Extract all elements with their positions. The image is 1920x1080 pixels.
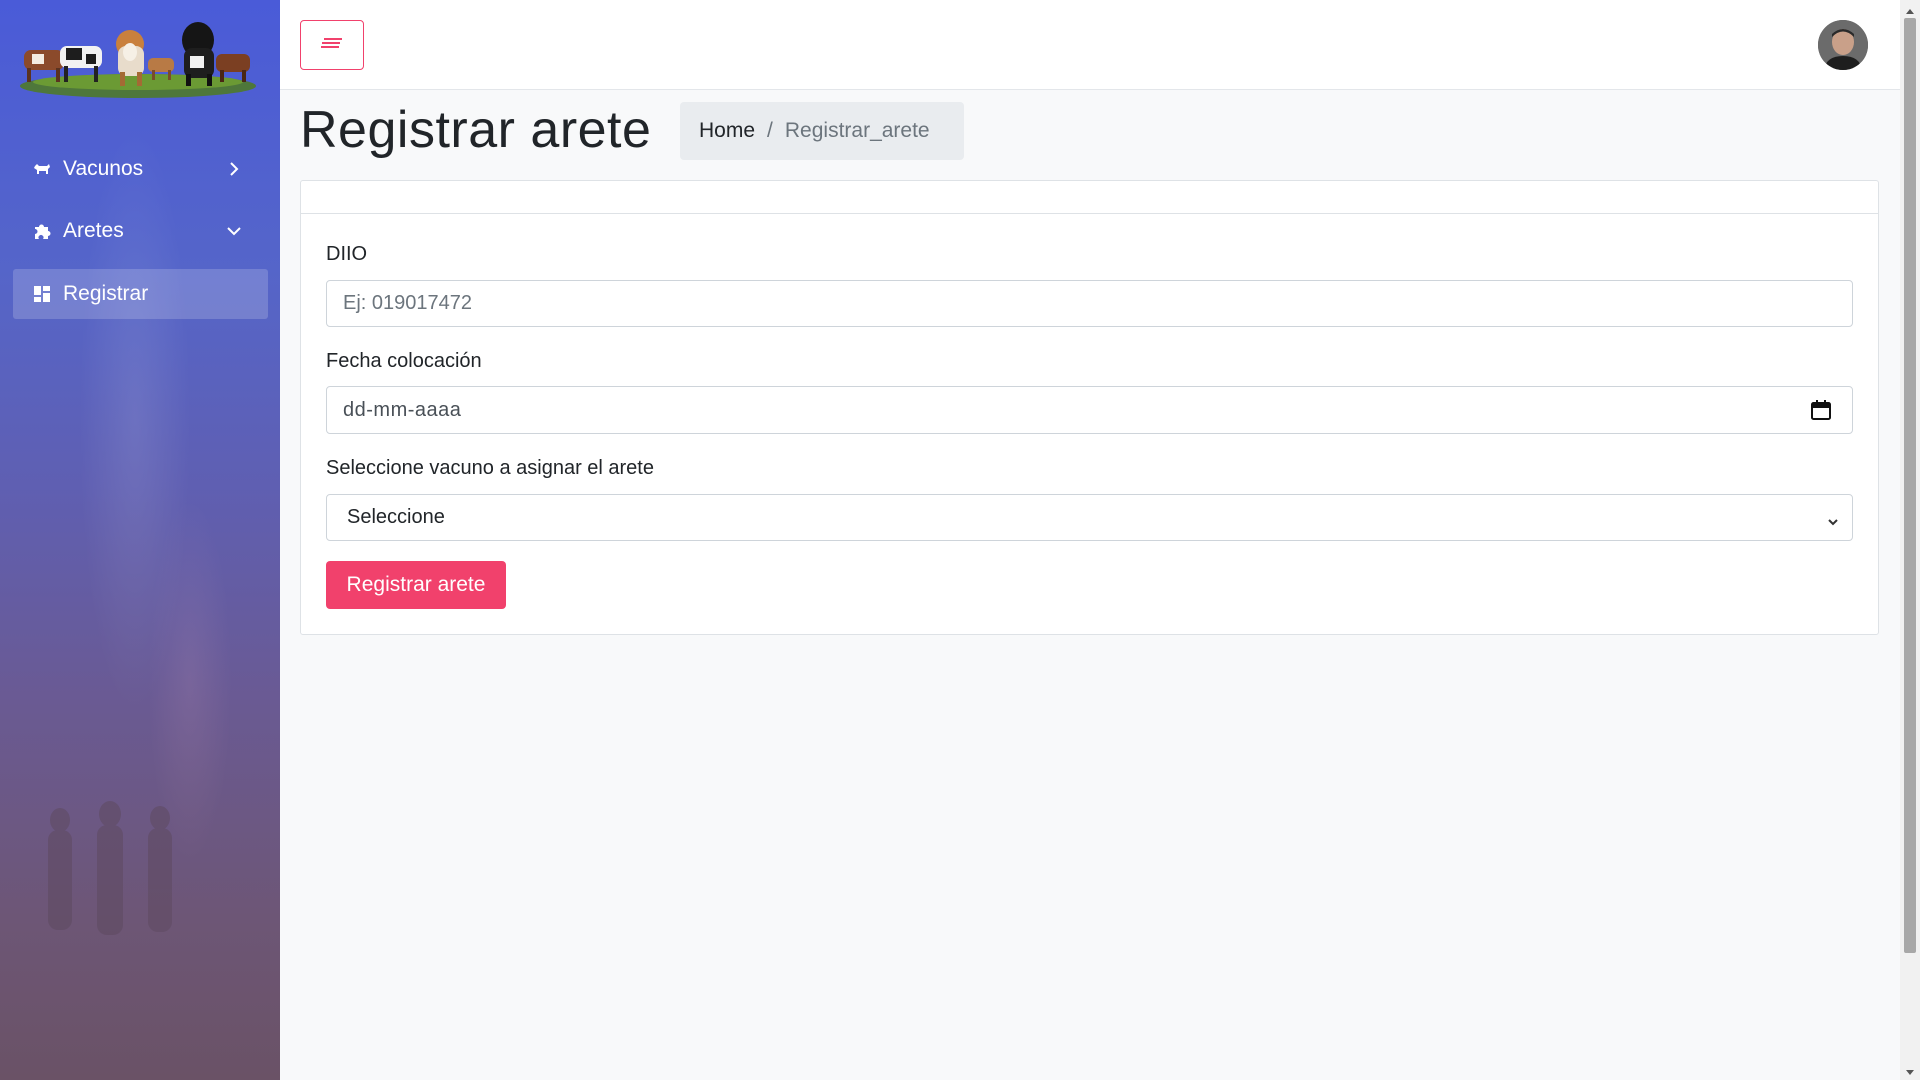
menu-icon (320, 35, 344, 56)
chevron-down-icon (226, 223, 242, 239)
sidebar-item-aretes[interactable]: Aretes (13, 206, 268, 256)
vacuno-select-label: Seleccione vacuno a asignar el arete (326, 457, 654, 479)
cow-icon (33, 160, 51, 178)
vacuno-selected-value: Seleccione (347, 506, 445, 528)
vacuno-select[interactable]: Seleccione (326, 494, 1853, 541)
diio-placeholder: Ej: 019017472 (343, 292, 473, 314)
top-navbar (280, 0, 1900, 90)
fecha-colocacion-input[interactable]: dd-mm-aaaa (326, 386, 1853, 434)
cattle-logo (20, 22, 256, 98)
breadcrumb-current: Registrar_arete (784, 119, 930, 142)
sidebar-item-registrar[interactable]: Registrar (13, 269, 268, 319)
grid-icon (33, 285, 51, 303)
scroll-up-arrow-icon[interactable] (1905, 4, 1915, 14)
scroll-down-arrow-icon[interactable] (1905, 1064, 1915, 1075)
diio-input[interactable]: Ej: 019017472 (326, 280, 1853, 327)
registrar-arete-button[interactable]: Registrar arete (326, 561, 506, 609)
puzzle-icon (33, 222, 51, 240)
form-card: DIIO Ej: 019017472 Fecha colocación dd-m… (300, 180, 1879, 635)
breadcrumb: Home / Registrar_arete (680, 102, 964, 160)
date-placeholder: dd-mm-aaaa (343, 398, 462, 421)
scrollbar-thumb[interactable] (1904, 18, 1916, 953)
breadcrumb-home-link[interactable]: Home (699, 119, 755, 143)
card-header (301, 181, 1878, 214)
sidebar-item-label: Registrar (63, 282, 149, 305)
calendar-icon[interactable] (1810, 399, 1832, 421)
fecha-colocacion-label: Fecha colocación (326, 350, 482, 372)
page-title: Registrar arete (300, 101, 652, 159)
sidebar-toggle-button[interactable] (300, 20, 364, 70)
sidebar-item-label: Vacunos (63, 157, 144, 180)
silhouettes-decoration (48, 801, 172, 935)
diio-label: DIIO (326, 243, 368, 265)
sidebar: Vacunos Aretes Registrar (0, 0, 280, 1080)
sidebar-item-label: Aretes (63, 219, 124, 242)
breadcrumb-separator: / (767, 119, 773, 142)
chevron-right-icon (226, 161, 242, 177)
chevron-down-icon (1826, 512, 1840, 526)
sidebar-item-vacunos[interactable]: Vacunos (13, 144, 268, 194)
page-scrollbar[interactable] (1900, 0, 1920, 1080)
user-avatar[interactable] (1818, 20, 1868, 70)
